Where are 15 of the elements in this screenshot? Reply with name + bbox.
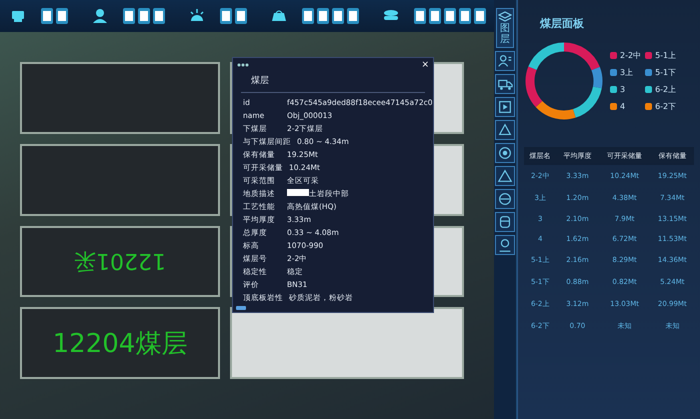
legend-label: 5-1下 bbox=[655, 67, 676, 78]
popup-title: 煤层 bbox=[241, 72, 425, 93]
layer-tab-label: 图层 bbox=[500, 23, 510, 45]
layer-tab[interactable]: 图层 bbox=[496, 8, 514, 48]
legend-label: 5-1上 bbox=[655, 50, 676, 61]
plot-label: 12204煤层 bbox=[52, 328, 188, 361]
legend-label: 3 bbox=[620, 85, 626, 94]
plot-label: 12201采 bbox=[74, 247, 166, 276]
legend-label: 4 bbox=[620, 102, 626, 111]
legend-label: 3上 bbox=[620, 67, 634, 78]
legend-label: 6-2下 bbox=[655, 101, 676, 112]
panel-title: 煤层面板 bbox=[538, 16, 585, 31]
legend-label: 6-2上 bbox=[655, 84, 676, 95]
close-button[interactable]: × bbox=[421, 60, 429, 70]
legend-label: 2-2中 bbox=[620, 50, 642, 61]
